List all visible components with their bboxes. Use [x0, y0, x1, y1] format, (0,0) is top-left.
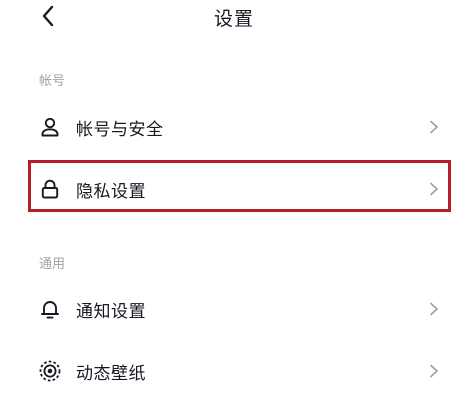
section-label-general: 通用 — [39, 257, 66, 272]
settings-item-label: 动态壁纸 — [76, 363, 146, 384]
bell-icon — [38, 297, 62, 321]
chevron-right-icon — [428, 301, 440, 317]
page-title: 设置 — [213, 8, 254, 30]
settings-item-label: 帐号与安全 — [76, 119, 164, 140]
settings-item-notifications[interactable]: 通知设置 — [30, 283, 452, 335]
live-wallpaper-icon — [38, 359, 62, 383]
nav-bar: 设置 — [0, 0, 468, 36]
chevron-right-icon — [428, 363, 440, 379]
section-label-account: 帐号 — [39, 74, 66, 89]
settings-item-label: 通知设置 — [76, 301, 146, 322]
settings-item-account-security[interactable]: 帐号与安全 — [30, 101, 452, 153]
user-icon — [38, 115, 62, 139]
chevron-right-icon — [428, 119, 440, 135]
highlight-box — [28, 160, 451, 212]
settings-page: 设置 帐号 帐号与安全 隐私设置 通用 通知设置 动态壁纸 — [0, 0, 468, 409]
settings-item-live-wallpaper[interactable]: 动态壁纸 — [30, 345, 452, 397]
